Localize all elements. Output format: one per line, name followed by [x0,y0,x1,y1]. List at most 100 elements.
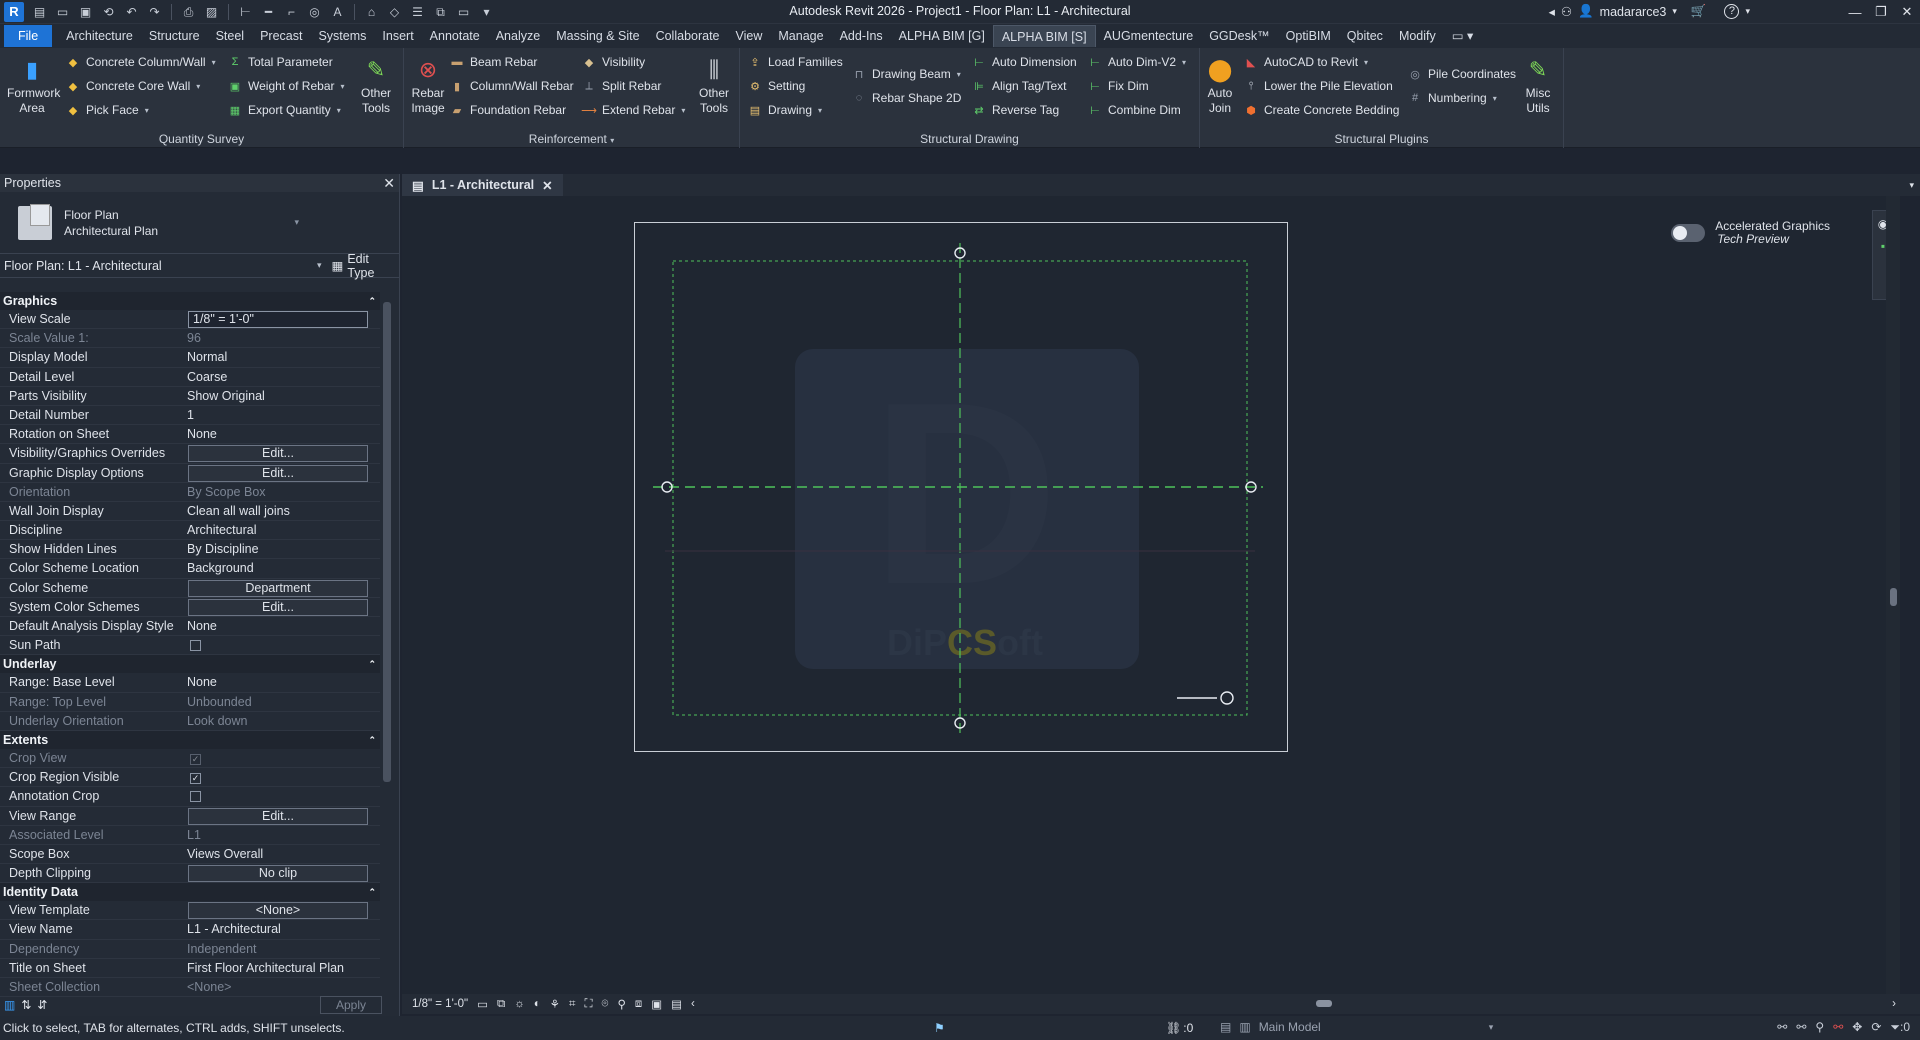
chevron-down-icon[interactable]: ▾ [317,260,322,271]
property-value-text[interactable]: None [187,617,380,635]
property-edit-button[interactable]: <None> [188,902,368,920]
foundation-rebar-button[interactable]: ▰ Foundation Rebar [450,100,566,120]
ribbon-tab-alpha-bim-g[interactable]: ALPHA BIM [G] [891,25,993,47]
worksharing-icon[interactable]: ⚑ [934,1021,945,1035]
ribbon-tab-structure[interactable]: Structure [141,25,208,47]
accelerated-graphics-toggle[interactable]: Accelerated Graphics Tech Preview [1671,220,1830,246]
select-by-face-icon[interactable]: ⚯ [1833,1020,1843,1035]
sort-icon[interactable]: ⇅ [21,998,31,1012]
select-pinned-icon[interactable]: ⚲ [1815,1020,1824,1035]
drawing-beam-button[interactable]: ⊓ Drawing Beam ▾ [852,64,961,84]
user-area[interactable]: ◂ ⚇ 👤 madararce3 ▾ 🛒 ? ▾ [1549,4,1750,19]
ribbon-tab-systems[interactable]: Systems [310,25,374,47]
view-browser-icon[interactable]: ▥ [4,998,15,1012]
chevron-down-icon[interactable]: ▾ [1672,6,1677,17]
chevron-down-icon[interactable]: ▾ [1909,180,1914,191]
checkbox[interactable]: ✓ [190,773,201,785]
property-edit-button[interactable]: No clip [188,865,368,883]
view-tab[interactable]: ▤ L1 - Architectural ✕ [402,174,563,196]
horizontal-scroll-thumb[interactable] [1316,1000,1332,1007]
temporary-hide-icon[interactable]: ⚲ [617,997,625,1011]
misc-utils-button[interactable]: ✎ Misc Utils [1518,54,1558,116]
chevron-down-icon[interactable]: ▾ [1745,6,1750,17]
select-underlay-icon[interactable]: ⚯ [1796,1020,1806,1035]
edit-type-button[interactable]: ▦ Edit Type [332,252,399,280]
share-icon[interactable]: ⚇ [1561,4,1572,19]
section-header[interactable]: Identity Data ⌃ [0,883,380,902]
concrete-column-wall-button[interactable]: ◆ Concrete Column/Wall ▾ [66,52,216,72]
select-links-icon[interactable]: ⚯ [1777,1020,1787,1035]
property-value-text[interactable]: Architectural [187,521,380,539]
reveal-hidden-icon[interactable]: ⧈ [635,998,642,1011]
close-icon[interactable]: ✕ [1894,0,1920,24]
auto-dimension-button[interactable]: ⊢ Auto Dimension [972,52,1077,72]
ribbon-tab-annotate[interactable]: Annotate [422,25,488,47]
section-header[interactable]: Underlay ⌃ [0,655,380,674]
close-icon[interactable]: ✕ [383,175,395,192]
view-scale[interactable]: 1/8" = 1'-0" [412,998,468,1010]
chevron-down-icon[interactable]: ▾ [1489,1022,1494,1033]
canvas-vertical-scrollbar[interactable] [1886,196,1900,994]
editable-only-icon[interactable]: ▤ [1220,1020,1231,1034]
property-value-text[interactable]: Views Overall [187,845,380,863]
highlight-icon[interactable]: ▤ [671,997,682,1011]
auto-join-button[interactable]: ⬤ Auto Join [1200,54,1240,116]
property-value-text[interactable]: Show Original [187,387,380,405]
ribbon-tab-collaborate[interactable]: Collaborate [648,25,728,47]
chevron-down-icon[interactable]: ▾ [294,217,299,228]
lock-icon[interactable]: ⌾ [602,998,609,1011]
other-tools-qs-button[interactable]: ✎ Other Tools [354,54,398,116]
reverse-tag-button[interactable]: ⇄ Reverse Tag [972,100,1059,120]
design-options[interactable]: ▤ ▥ Main Model ▾ [1220,1020,1493,1034]
ribbon-tab-steel[interactable]: Steel [208,25,253,47]
auto-dim-v2-button[interactable]: ⊢ Auto Dim-V2 ▾ [1088,52,1186,72]
restore-icon[interactable]: ❐ [1868,0,1894,24]
apply-button[interactable]: Apply [320,996,382,1014]
filter-control[interactable]: ⏷:0 [1890,1020,1910,1035]
property-value-text[interactable]: 1 [187,406,380,424]
visibility-button[interactable]: ◆ Visibility [582,52,645,72]
drawing-canvas[interactable]: D DiPCSoft Accelerated Graphics Tech Pre… [402,196,1900,994]
ribbon-tab-optibim[interactable]: OptiBIM [1278,25,1339,47]
visual-style-icon[interactable]: ⧉ [497,998,505,1011]
help-icon[interactable]: ? [1724,4,1740,19]
section-header[interactable]: Graphics ⌃ [0,292,380,310]
crop-view-icon[interactable]: ⌗ [569,998,575,1011]
combine-dim-button[interactable]: ⊢ Combine Dim [1088,100,1180,120]
align-tag-text-button[interactable]: ⊫ Align Tag/Text [972,76,1066,96]
property-edit-button[interactable]: Edit... [188,807,368,825]
ribbon-tab-architecture[interactable]: Architecture [58,25,141,47]
ribbon-tab-massing-site[interactable]: Massing & Site [548,25,647,47]
sort-alt-icon[interactable]: ⇵ [37,998,47,1012]
drawing-button[interactable]: ▤ Drawing ▾ [748,100,822,120]
instance-dropdown[interactable]: Floor Plan: L1 - Architectural [4,259,317,273]
scroll-left-icon[interactable]: ‹ [691,998,695,1010]
concrete-core-wall-button[interactable]: ◆ Concrete Core Wall ▾ [66,76,201,96]
property-edit-button[interactable]: Edit... [188,464,368,482]
property-value-text[interactable]: L1 - Architectural [187,920,380,938]
split-rebar-button[interactable]: ⟂ Split Rebar [582,76,661,96]
ribbon-tab-add-ins[interactable]: Add-Ins [832,25,891,47]
extend-rebar-button[interactable]: ⟶ Extend Rebar ▾ [581,100,685,120]
property-value-text[interactable]: First Floor Architectural Plan [187,959,380,977]
property-input[interactable]: 1/8" = 1'-0" [188,311,368,328]
pick-face-button[interactable]: ◆ Pick Face ▾ [66,100,149,120]
main-model-label[interactable]: Main Model [1259,1020,1321,1034]
ribbon-tab-view[interactable]: View [728,25,771,47]
crop-region[interactable]: D DiPCSoft [634,222,1288,752]
lower-pile-elevation-button[interactable]: ⫯ Lower the Pile Elevation [1244,76,1393,96]
ribbon-tab-manage[interactable]: Manage [770,25,831,47]
crop-region-icon[interactable]: ⛶ [584,998,592,1011]
total-parameter-button[interactable]: Σ Total Parameter [228,52,333,72]
cart-icon[interactable]: 🛒 [1691,4,1707,19]
close-icon[interactable]: ✕ [542,178,552,193]
checkbox[interactable] [190,791,201,803]
ribbon-tab-alpha-bim-s[interactable]: ALPHA BIM [S] [992,25,1096,47]
properties-scrollbar[interactable] [383,292,391,982]
shadows-icon[interactable]: ◐ [534,998,541,1010]
collapse-icon[interactable]: ◂ [1549,4,1555,19]
numbering-button[interactable]: # Numbering ▾ [1408,88,1497,108]
analytical-model-icon[interactable]: ▣ [651,997,662,1011]
background-process-icon[interactable]: ⟳ [1871,1020,1881,1035]
detail-level-icon[interactable]: ▭ [477,997,488,1011]
